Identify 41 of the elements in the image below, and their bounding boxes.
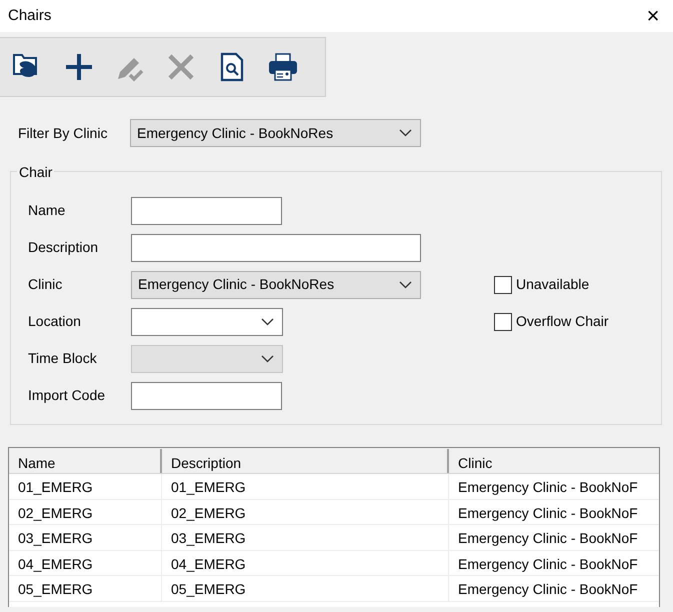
- table-cell: 05_EMERG: [162, 576, 449, 600]
- checkbox-label: Unavailable: [516, 275, 590, 294]
- close-button[interactable]: ×: [633, 0, 673, 32]
- field-label: Filter By Clinic: [18, 124, 108, 143]
- table-cell: 01_EMERG: [9, 474, 162, 498]
- table-cell-text: Emergency Clinic - BookNoF: [457, 478, 639, 497]
- table-cell: 03_EMERG: [9, 525, 162, 550]
- column-header[interactable]: Description: [162, 449, 449, 473]
- column-header[interactable]: Name: [9, 449, 162, 473]
- field-label: Name: [28, 201, 66, 220]
- input-field[interactable]: [131, 234, 421, 262]
- column-header[interactable]: Clinic: [449, 449, 659, 473]
- table-cell: 04_EMERG: [9, 550, 162, 575]
- table-cell: 05_EMERG: [9, 576, 162, 600]
- field-label: Location: [28, 312, 82, 331]
- print-icon: [267, 51, 299, 83]
- table-cell-text: Emergency Clinic - BookNoF: [457, 580, 639, 599]
- field-value: Emergency Clinic - BookNoRes: [137, 124, 334, 143]
- table-cell-text: Emergency Clinic - BookNoF: [457, 504, 639, 523]
- plus-icon: [63, 51, 95, 83]
- checkbox-label: Overflow Chair: [516, 312, 609, 331]
- table-cell: 02_EMERG: [162, 500, 449, 524]
- window-title: Chairs: [8, 6, 52, 26]
- field-value: Emergency Clinic - BookNoRes: [138, 275, 334, 294]
- field-label: Time Block: [28, 349, 98, 368]
- table-cell: 04_EMERG: [162, 550, 449, 575]
- filter-dropdown[interactable]: Emergency Clinic - BookNoRes: [130, 119, 421, 147]
- table-cell-text: Emergency Clinic - BookNoF: [457, 529, 639, 548]
- input-field[interactable]: [131, 196, 282, 224]
- field-label: Import Code: [28, 386, 106, 405]
- field-label: Description: [28, 238, 100, 257]
- checkbox[interactable]: [494, 312, 512, 330]
- dropdown-field[interactable]: [131, 308, 283, 336]
- checkbox[interactable]: [494, 276, 512, 294]
- input-field[interactable]: [131, 382, 282, 410]
- dropdown-field[interactable]: Emergency Clinic - BookNoRes: [131, 270, 421, 298]
- table-cell: 01_EMERG: [162, 474, 449, 498]
- table-cell: 03_EMERG: [162, 525, 449, 550]
- field-label: Clinic: [28, 275, 64, 294]
- table-cell-text: Emergency Clinic - BookNoF: [457, 554, 639, 574]
- table-cell: 02_EMERG: [9, 500, 162, 524]
